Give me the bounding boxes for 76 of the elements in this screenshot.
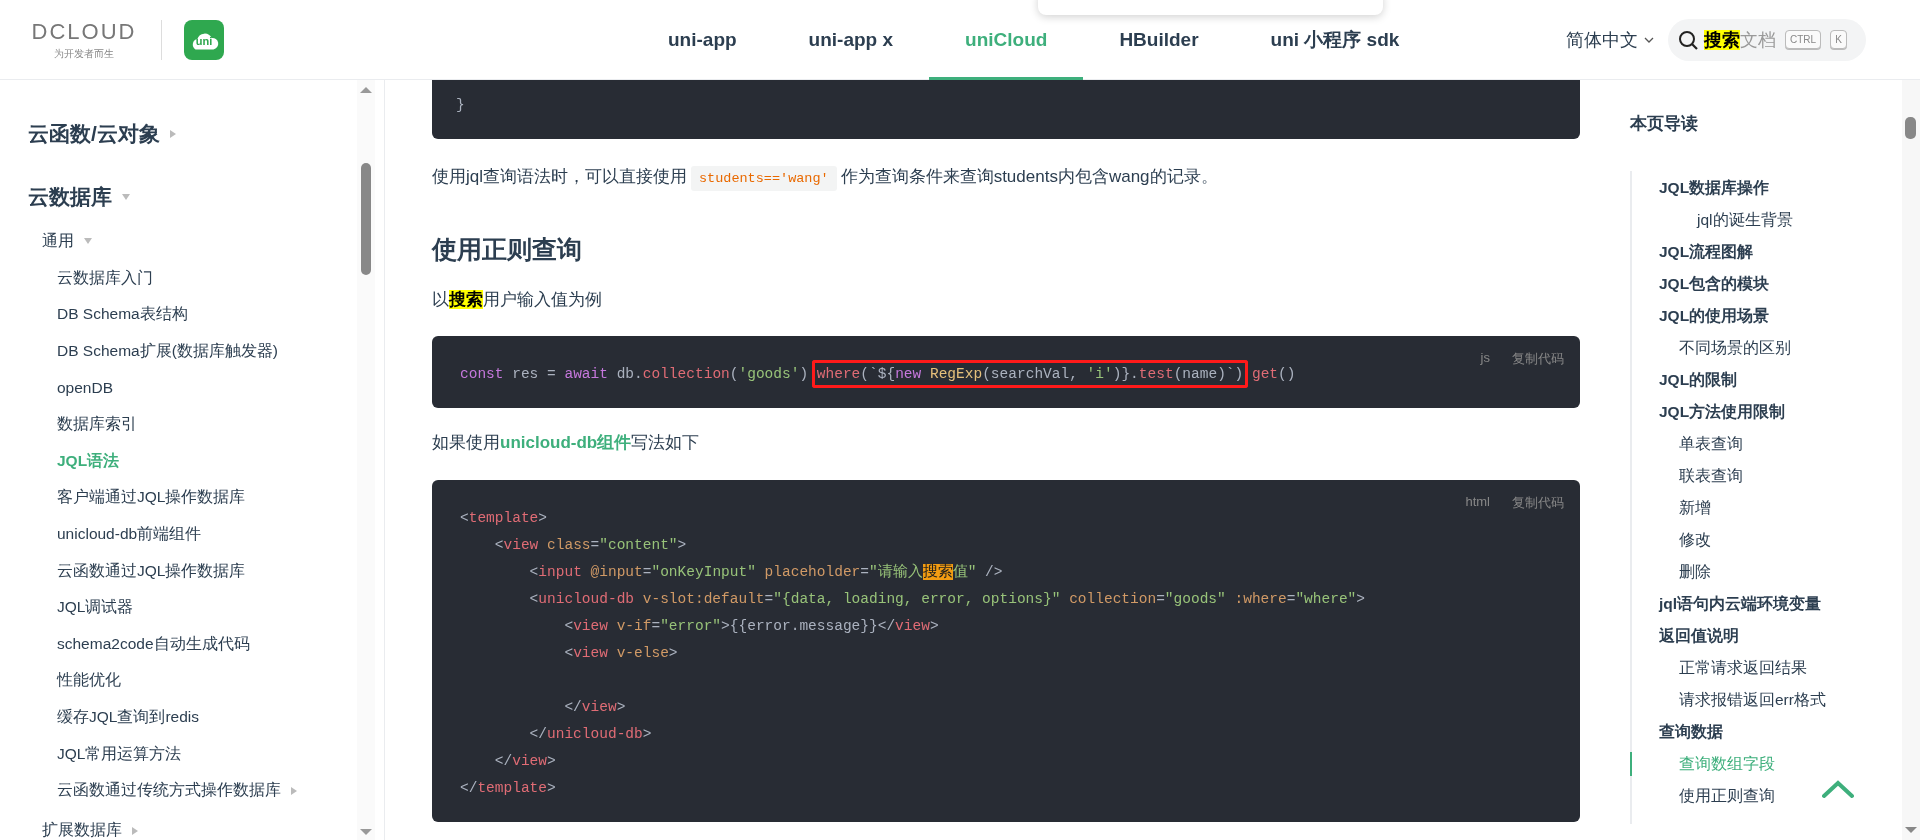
toc-link[interactable]: JQL数据库操作 [1632, 172, 1902, 204]
sidebar-item[interactable]: JQL调试器 [0, 589, 357, 626]
sidebar-item[interactable]: 云函数通过JQL操作数据库 [0, 552, 357, 590]
toc-link[interactable]: jql的诞生背景 [1632, 204, 1902, 236]
toc-link[interactable]: 新增 [1632, 492, 1902, 524]
scroll-up-icon [359, 86, 373, 94]
toc-link[interactable]: 使用正则查询 [1632, 780, 1902, 812]
sidebar-item[interactable]: 通用 [0, 222, 357, 260]
toc-link[interactable]: 正常请求返回结果 [1632, 652, 1902, 684]
sidebar-item[interactable]: 云数据库 [0, 175, 357, 219]
sidebar-item[interactable]: 客户端通过JQL操作数据库 [0, 479, 357, 517]
sidebar-item[interactable]: 云数据库入门 [0, 260, 357, 297]
nav-tab[interactable]: uni-app [632, 0, 773, 80]
sidebar-item[interactable]: schema2code自动生成代码 [0, 625, 357, 663]
toc-link[interactable]: 修改 [1632, 524, 1902, 556]
toc-link[interactable]: JQL方法使用限制 [1632, 396, 1902, 428]
scrollbar[interactable] [357, 80, 375, 840]
toc-link[interactable]: 查询数据 [1632, 716, 1902, 748]
toc-link[interactable]: JQL流程图解 [1632, 236, 1902, 268]
toc-link[interactable]: 请求报错返回err格式 [1632, 684, 1902, 716]
code-line: <input @input="onKeyInput" placeholder="请输入搜索值" /> [528, 562, 1003, 582]
toc-link[interactable]: 返回值说明 [1632, 620, 1902, 652]
sidebar-item[interactable]: openDB [0, 369, 357, 407]
sidebar-item[interactable]: 缓存JQL查询到redis [0, 699, 357, 736]
code-line: </template> [460, 779, 556, 798]
search-icon [1678, 29, 1698, 50]
back-to-top-icon[interactable] [1822, 780, 1854, 799]
code-line: <view class="content"> [493, 536, 687, 555]
language-selector[interactable]: 简体中文 [1566, 27, 1654, 52]
caret-icon [1644, 36, 1654, 43]
code-line: <view v-if="error">{{error.message}}</view> [563, 617, 939, 636]
scrollbar-thumb[interactable] [1905, 117, 1916, 139]
code-line: const res = await db.collection('goods') where(`${new RegExp(searchVal, 'i')}.test(name)`) get() [460, 361, 1296, 388]
sidebar-item[interactable]: unicloud-db前端组件 [0, 516, 357, 553]
toc-link[interactable]: 删除 [1632, 556, 1902, 588]
toc-link[interactable]: 不同场景的区别 [1632, 332, 1902, 364]
scrollbar-thumb[interactable] [361, 163, 371, 275]
paragraph: 使用jql查询语法时，可以直接使用 students=='wang' 作为查询条件来查询students内包含wang的记录。 [432, 162, 1582, 194]
paragraph: 以搜索用户输入值为例 [432, 289, 603, 311]
sidebar-item[interactable]: 数据库索引 [0, 406, 357, 443]
copy-code-button[interactable]: 复制代码 [1512, 494, 1564, 512]
sidebar-item[interactable]: DB Schema表结构 [0, 296, 357, 334]
sidebar-item[interactable]: DB Schema扩展(数据库触发器) [0, 333, 357, 370]
code-line: </view> [493, 752, 556, 771]
code-line: } [456, 96, 465, 115]
toc-title: 本页导读 [1630, 113, 1699, 135]
code-line: <view v-else> [563, 644, 678, 663]
sidebar-item[interactable]: 扩展数据库 [0, 811, 357, 840]
paragraph: 如果使用unicloud-db组件写法如下 [432, 432, 701, 454]
copy-code-button[interactable]: 复制代码 [1512, 350, 1564, 368]
toc-link[interactable]: JQL包含的模块 [1632, 268, 1902, 300]
language-label: html [1465, 494, 1490, 511]
inline-code: students=='wang' [691, 166, 837, 191]
toc-link[interactable]: jql语句内云端环境变量 [1632, 588, 1902, 620]
logo-tagline: 为开发者而生 [54, 46, 114, 61]
code-line: <template> [460, 509, 548, 528]
section-heading: 使用正则查询 [432, 234, 583, 265]
nav-tab[interactable]: uni-app x [772, 0, 930, 80]
logo-wordmark[interactable]: DCLOUD [31, 18, 137, 45]
code-line: <unicloud-db v-slot:default="{data, loading, error, options}" collection="goods" :where="where"> [528, 590, 1366, 609]
keyboard-key: K [1830, 30, 1847, 49]
scroll-down-icon [359, 828, 373, 836]
sidebar-item[interactable]: 性能优化 [0, 662, 357, 700]
toc-link[interactable]: 联表查询 [1632, 460, 1902, 492]
scroll-down-icon [1904, 826, 1918, 834]
code-line: </view> [563, 698, 626, 717]
toc-link[interactable]: 单表查询 [1632, 428, 1902, 460]
search-button[interactable]: 搜索文档 CTRL K [1668, 18, 1866, 61]
sidebar-item[interactable]: 云函数通过传统方式操作数据库 [0, 772, 357, 809]
sidebar-item[interactable]: JQL常用运算方法 [0, 735, 357, 773]
toc-link[interactable]: JQL的限制 [1632, 364, 1902, 396]
toc-link[interactable]: JQL的使用场景 [1632, 300, 1902, 332]
sidebar-item[interactable]: 云函数/云对象 [0, 112, 357, 156]
keyboard-key: CTRL [1785, 30, 1822, 49]
code-line: </unicloud-db> [528, 725, 652, 744]
language-label: js [1480, 350, 1490, 367]
